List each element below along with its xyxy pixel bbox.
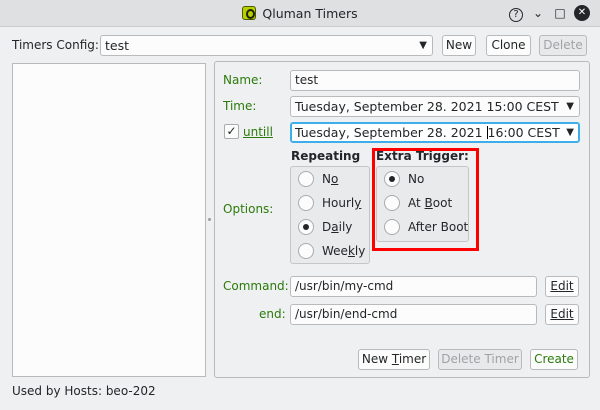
app-icon <box>242 6 257 20</box>
untill-value-part2: 16:00 CEST <box>487 125 560 140</box>
minimize-button[interactable]: ⌄ <box>530 5 546 21</box>
untill-value-part1: Tuesday, September 28. 2021 <box>295 125 487 140</box>
used-by-hosts-text: Used by Hosts: beo-202 <box>12 384 156 398</box>
radio-icon <box>298 171 314 187</box>
chevron-down-icon: ▼ <box>566 101 574 112</box>
title-bar[interactable]: Qluman Timers ? ⌄ □ ✕ <box>0 0 600 27</box>
radio-icon <box>298 195 314 211</box>
name-input[interactable]: test <box>290 70 580 91</box>
delete-config-button[interactable]: Delete <box>539 35 587 56</box>
maximize-button[interactable]: □ <box>552 5 568 21</box>
help-icon: ? <box>509 8 523 22</box>
close-icon: ✕ <box>577 7 587 18</box>
time-label: Time: <box>223 99 257 113</box>
help-button[interactable]: ? <box>508 5 524 22</box>
name-label: Name: <box>223 73 263 87</box>
command-input[interactable]: /usr/bin/my-cmd <box>290 276 537 297</box>
checkmark-icon: ✓ <box>226 124 237 138</box>
main-window: Qluman Timers ? ⌄ □ ✕ Timers Config: tes… <box>0 0 600 410</box>
new-timer-button[interactable]: New Timer <box>358 349 430 370</box>
radio-icon <box>298 243 314 259</box>
maximize-icon: □ <box>554 6 566 20</box>
clone-config-button[interactable]: Clone <box>486 35 531 56</box>
command-label: Command: <box>223 279 289 293</box>
end-input[interactable]: /usr/bin/end-cmd <box>290 304 537 325</box>
chevron-down-icon: ▼ <box>419 40 427 51</box>
options-label: Options: <box>223 202 274 216</box>
chevron-down-icon: ▼ <box>566 127 574 138</box>
minimize-icon: ⌄ <box>532 6 544 20</box>
end-label: end: <box>259 307 286 321</box>
timers-config-select[interactable]: test ▼ <box>100 35 433 56</box>
untill-checkbox[interactable]: ✓ <box>224 124 239 139</box>
create-button[interactable]: Create <box>530 349 578 370</box>
radio-checked-icon <box>298 219 314 235</box>
highlight-box <box>372 148 479 251</box>
untill-label: untill <box>243 125 273 139</box>
timers-config-label: Timers Config: <box>12 38 99 52</box>
repeating-title: Repeating <box>291 149 361 163</box>
window-title: Qluman Timers <box>262 6 358 21</box>
splitter-handle[interactable] <box>208 218 211 221</box>
time-value: Tuesday, September 28. 2021 15:00 CEST <box>295 99 559 114</box>
new-config-button[interactable]: New <box>442 35 476 56</box>
close-button[interactable]: ✕ <box>574 5 590 21</box>
timers-list[interactable] <box>12 63 206 377</box>
end-edit-button[interactable]: Edit <box>545 304 579 325</box>
delete-timer-button[interactable]: Delete Timer <box>438 349 522 370</box>
time-select[interactable]: Tuesday, September 28. 2021 15:00 CEST ▼ <box>290 96 580 117</box>
timers-config-value: test <box>105 38 130 53</box>
untill-select[interactable]: Tuesday, September 28. 2021 16:00 CEST ▼ <box>290 122 580 143</box>
command-edit-button[interactable]: Edit <box>545 276 579 297</box>
